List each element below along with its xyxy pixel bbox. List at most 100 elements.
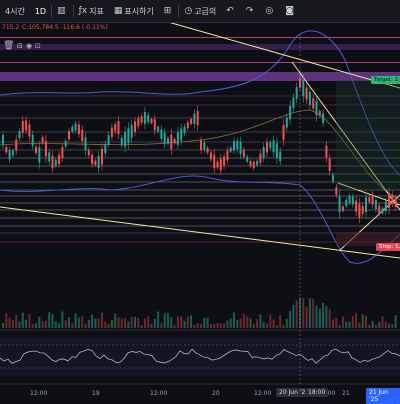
candle-body bbox=[101, 148, 103, 165]
volume-bar bbox=[104, 321, 107, 328]
volume-bar bbox=[345, 321, 348, 328]
volume-bar bbox=[200, 324, 202, 328]
candle-body bbox=[2, 135, 4, 145]
grid-button[interactable]: ⊞ bbox=[159, 0, 179, 22]
candle-body bbox=[289, 105, 292, 120]
volume-bar bbox=[97, 318, 100, 328]
candle-body bbox=[259, 153, 262, 163]
volume-bar bbox=[120, 318, 123, 328]
candlestick-icon: ▥ bbox=[57, 6, 66, 16]
redo-button[interactable]: ↷ bbox=[241, 0, 261, 22]
snapshot-button[interactable]: ◙ bbox=[280, 0, 301, 22]
volume-bar bbox=[15, 314, 18, 328]
candle-body bbox=[150, 118, 153, 124]
volume-bar bbox=[130, 317, 133, 328]
candle-body bbox=[124, 132, 127, 147]
volume-bar bbox=[378, 321, 381, 328]
candle-body bbox=[167, 138, 169, 144]
candle-body bbox=[239, 141, 242, 155]
volume-bar bbox=[18, 321, 21, 328]
volume-bar bbox=[269, 314, 272, 328]
candle-body bbox=[213, 154, 216, 169]
advanced-button[interactable]: ◷ 고급의 bbox=[179, 0, 221, 22]
candle-body bbox=[355, 200, 358, 212]
volume-bar bbox=[206, 317, 209, 328]
volume-bar bbox=[143, 318, 146, 328]
collapse-icon[interactable]: ⊟ bbox=[17, 42, 23, 50]
volume-bar bbox=[68, 317, 70, 328]
volume-bar bbox=[272, 319, 275, 328]
volume-bar bbox=[25, 319, 28, 328]
candle-body bbox=[223, 156, 226, 166]
price-chart[interactable] bbox=[0, 0, 400, 400]
volume-bar bbox=[229, 318, 232, 328]
timeframe-4h-button[interactable]: 4시간 bbox=[0, 0, 30, 22]
candle-body bbox=[269, 142, 272, 148]
record-button[interactable]: ◎ bbox=[260, 0, 280, 22]
volume-bar bbox=[209, 323, 212, 328]
candle-body bbox=[229, 147, 232, 152]
candle-body bbox=[180, 128, 183, 141]
volume-bar bbox=[355, 313, 358, 328]
candle-body bbox=[328, 158, 331, 171]
volume-bar bbox=[94, 318, 97, 328]
candle-body bbox=[193, 113, 196, 125]
indicators-button[interactable]: ƒx 지표 bbox=[74, 0, 109, 22]
volume-bar bbox=[295, 300, 298, 328]
volume-bar bbox=[153, 318, 156, 328]
volume-bar bbox=[163, 313, 166, 328]
display-button[interactable]: ▦ 표시하기 bbox=[109, 0, 159, 22]
volume-bar bbox=[312, 298, 315, 328]
volume-bar bbox=[292, 304, 295, 328]
candle-body bbox=[8, 150, 11, 160]
candle-body bbox=[295, 87, 298, 99]
candle-body bbox=[391, 194, 394, 204]
candle-body bbox=[203, 142, 206, 150]
volume-bar bbox=[64, 320, 67, 328]
volume-bar bbox=[137, 318, 140, 328]
x-axis-label: 12:00 bbox=[254, 390, 272, 397]
candle-body bbox=[368, 197, 371, 203]
trash-icon[interactable]: 🗑 bbox=[3, 41, 14, 52]
candle-body bbox=[371, 194, 374, 205]
candle-body bbox=[25, 120, 28, 131]
undo-button[interactable]: ↶ bbox=[221, 0, 241, 22]
candle-body bbox=[200, 140, 202, 151]
redo-icon: ↷ bbox=[245, 6, 254, 16]
candle-body bbox=[104, 144, 107, 154]
volume-bar bbox=[275, 324, 278, 328]
volume-bar bbox=[219, 323, 222, 328]
candle-body bbox=[94, 160, 97, 166]
volume-bar bbox=[134, 316, 136, 328]
volume-bar bbox=[365, 315, 367, 328]
ohlc-values: C:105,784.5 -116.6 (-0.11%) bbox=[22, 24, 108, 31]
candle-body bbox=[157, 126, 160, 132]
candle-body bbox=[28, 124, 31, 137]
volume-bar bbox=[140, 324, 143, 328]
candle-body bbox=[206, 147, 209, 153]
rsi-pane bbox=[0, 338, 400, 376]
candle-body bbox=[107, 135, 110, 145]
volume-bar bbox=[246, 316, 249, 328]
candle-body bbox=[351, 196, 354, 205]
stop-price-tag: Stop: 1,7 bbox=[376, 243, 400, 251]
grid-icon: ⊞ bbox=[163, 6, 172, 16]
lock-icon[interactable]: ⊡ bbox=[35, 42, 41, 50]
candle-body bbox=[51, 155, 54, 168]
volume-bar bbox=[315, 305, 318, 328]
volume-bar bbox=[160, 322, 163, 328]
volume-bar bbox=[51, 313, 54, 328]
candle-body bbox=[196, 110, 199, 126]
volume-bar bbox=[58, 323, 61, 328]
candle-body bbox=[21, 120, 24, 133]
volume-bar bbox=[374, 324, 377, 328]
volume-bar bbox=[338, 324, 341, 328]
timeframe-1d-button[interactable]: 1D bbox=[30, 0, 51, 22]
volume-bar bbox=[394, 315, 397, 328]
candle-body bbox=[272, 140, 275, 153]
eye-icon[interactable]: ◉ bbox=[26, 42, 32, 50]
chart-type-button[interactable]: ▥ bbox=[52, 0, 73, 22]
candle-body bbox=[361, 205, 364, 214]
volume-bar bbox=[193, 324, 196, 328]
volume-bar bbox=[176, 316, 179, 328]
